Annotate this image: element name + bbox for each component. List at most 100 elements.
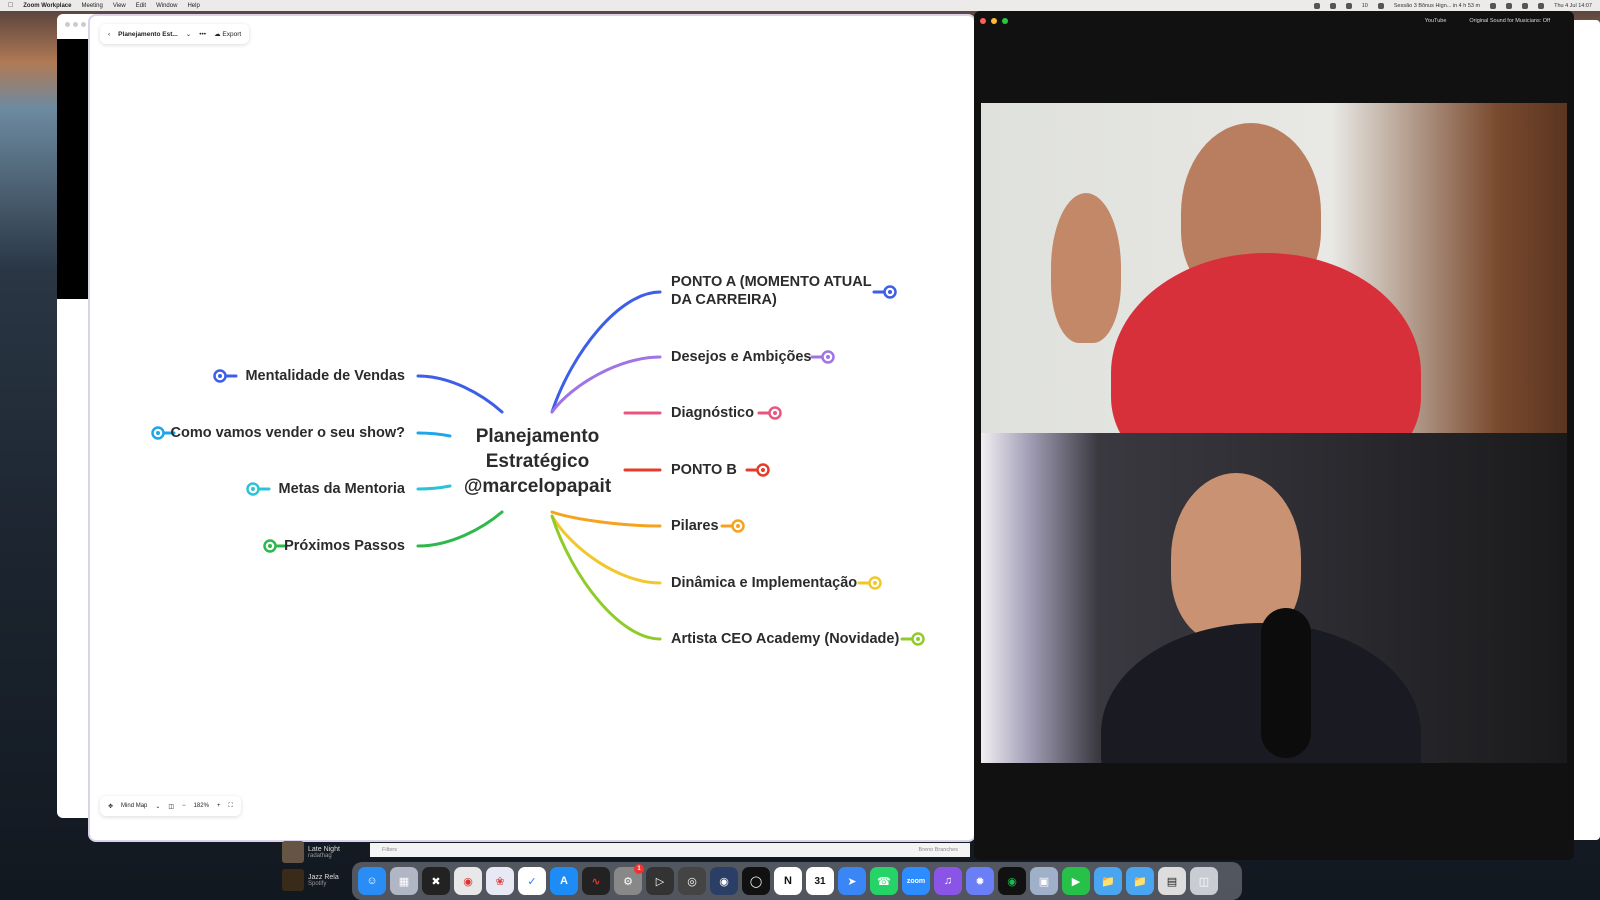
zoom-app-icon[interactable]: zoom <box>902 867 930 895</box>
fit-screen-icon[interactable]: ⛶ <box>228 803 232 810</box>
participant-hand <box>1051 193 1121 343</box>
topic-pilares[interactable]: Pilares <box>671 517 719 535</box>
central-topic-line: Planejamento <box>475 426 600 447</box>
folder-icon[interactable]: 📁 <box>1126 867 1154 895</box>
launchpad-icon[interactable]: ▦ <box>390 867 418 895</box>
topic-ponto-a[interactable]: PONTO A (MOMENTO ATUAL DA CARREIRA) <box>671 273 886 309</box>
central-topic-line: @marcelopapait <box>463 476 612 497</box>
search-icon[interactable] <box>1522 2 1529 9</box>
app-store-icon[interactable]: A <box>550 867 578 895</box>
clock[interactable]: Thu 4 Jul 14:07 <box>1554 3 1592 9</box>
app-icon[interactable]: ✹ <box>966 867 994 895</box>
topic-como-vender[interactable]: Como vamos vender o seu show? <box>135 424 405 442</box>
control-center-icon[interactable] <box>1538 2 1545 9</box>
close-window-button[interactable] <box>980 18 986 24</box>
track-artist: Spotify <box>308 880 327 887</box>
facetime-icon[interactable]: ▶ <box>1062 867 1090 895</box>
system-settings-icon[interactable]: ⚙ 1 <box>614 864 644 895</box>
app-icon[interactable]: ▤ <box>1158 867 1186 895</box>
status-icon[interactable] <box>1377 2 1384 9</box>
battery-status[interactable]: 10 <box>1362 3 1368 9</box>
final-cut-icon[interactable]: ▷ <box>646 867 674 895</box>
node-collapse-handle-dot <box>736 524 740 528</box>
back-chevron-icon[interactable]: ‹ <box>108 31 110 38</box>
wifi-icon[interactable] <box>1506 2 1513 9</box>
user-label[interactable]: Breno Branches <box>919 847 958 853</box>
calendar-icon[interactable]: 31 <box>806 867 834 895</box>
zoom-title-bar: YouTube Original Sound for Musicians: Of… <box>974 11 1574 31</box>
mindmap-mode-label[interactable]: Mind Map <box>121 803 147 809</box>
zoom-in-button[interactable]: + <box>217 803 221 809</box>
status-icon[interactable] <box>1313 2 1320 9</box>
mindmap-mode-icon[interactable]: ✥ <box>108 803 113 810</box>
status-icon[interactable] <box>1490 2 1497 9</box>
status-icon[interactable] <box>1345 2 1352 9</box>
maximize-window-button[interactable] <box>1002 18 1008 24</box>
minimize-window-button[interactable] <box>991 18 997 24</box>
spotify-widget: Late Night radathag Jazz Rela Spotify <box>282 838 362 898</box>
present-icon[interactable]: ◫ <box>168 803 174 810</box>
node-collapse-handle-dot <box>916 637 920 641</box>
spotify-icon[interactable]: ◉ <box>998 867 1026 895</box>
youtube-label[interactable]: YouTube <box>1425 18 1447 24</box>
spotify-track-row[interactable]: Jazz Rela Spotify <box>282 866 362 894</box>
app-icon[interactable]: ◯ <box>742 867 770 895</box>
menu-edit[interactable]: Edit <box>136 3 146 9</box>
topic-ponto-b[interactable]: PONTO B <box>671 461 737 479</box>
chevron-down-icon[interactable]: ⌄ <box>186 30 191 38</box>
node-collapse-handle-dot <box>761 468 765 472</box>
participant-video-2[interactable] <box>981 433 1567 763</box>
status-icon[interactable] <box>1329 2 1336 9</box>
trash-icon[interactable]: ◫ <box>1190 867 1218 895</box>
original-sound-label[interactable]: Original Sound for Musicians: Off <box>1469 18 1550 24</box>
central-topic-line: Estratégico <box>485 451 590 472</box>
topic-artista-ceo[interactable]: Artista CEO Academy (Novidade) <box>671 630 899 648</box>
menu-help[interactable]: Help <box>187 3 199 9</box>
app-icon[interactable]: ❀ <box>486 867 514 895</box>
participant-video-1[interactable] <box>981 103 1567 433</box>
obs-icon[interactable]: ◉ <box>710 867 738 895</box>
apple-icon[interactable]:  <box>8 2 13 9</box>
node-collapse-handle-dot <box>873 581 877 585</box>
more-options-button[interactable]: ••• <box>199 31 206 38</box>
topic-metas[interactable]: Metas da Mentoria <box>185 480 406 498</box>
whatsapp-icon[interactable]: ☎ <box>870 867 898 895</box>
menu-app-name[interactable]: Zoom Workplace <box>23 3 71 9</box>
calendar-event[interactable]: Sessão 3 Bônus Hign... in 4 h 53 m <box>1394 3 1480 9</box>
cloud-upload-icon: ☁ <box>214 31 221 38</box>
finder-icon[interactable]: ☺ <box>358 867 386 895</box>
export-button[interactable]: ☁ Export <box>214 30 241 38</box>
reminders-icon[interactable]: ✓ <box>518 867 546 895</box>
app-icon[interactable]: ✖ <box>422 867 450 895</box>
menu-meeting[interactable]: Meeting <box>81 3 102 9</box>
downloads-folder-icon[interactable]: 📁 <box>1094 867 1122 895</box>
export-label: Export <box>222 31 242 38</box>
chevron-down-icon[interactable]: ⌄ <box>155 803 160 810</box>
topic-desejos[interactable]: Desejos e Ambições <box>671 348 812 366</box>
connector-left <box>416 374 504 414</box>
app-icon[interactable]: ➤ <box>838 867 866 895</box>
central-topic[interactable]: Planejamento Estratégico @marcelopapait <box>450 424 625 499</box>
app-icon[interactable]: ◎ <box>678 867 706 895</box>
audio-app-icon[interactable]: ∿ <box>582 867 610 895</box>
document-title[interactable]: Planejamento Est... <box>118 31 178 38</box>
connector-left <box>416 510 504 548</box>
zoom-out-button[interactable]: − <box>182 803 186 809</box>
podcast-app-icon[interactable]: ♫ <box>934 867 962 895</box>
notion-icon[interactable]: N <box>774 867 802 895</box>
album-art <box>282 869 304 891</box>
topic-proximos[interactable]: Próximos Passos <box>185 537 405 555</box>
menu-view[interactable]: View <box>113 3 126 9</box>
mindmap-canvas[interactable]: Planejamento Estratégico @marcelopapait … <box>90 16 974 840</box>
topic-mentalidade[interactable]: Mentalidade de Vendas <box>185 367 405 385</box>
connector-left <box>416 484 452 491</box>
connector-right <box>550 355 662 414</box>
menu-window[interactable]: Window <box>156 3 177 9</box>
topic-diagnostico[interactable]: Diagnóstico <box>671 404 754 422</box>
filters-label[interactable]: Filters <box>382 847 397 853</box>
app-icon[interactable]: ▣ <box>1030 867 1058 895</box>
spotify-track-row[interactable]: Late Night radathag <box>282 838 362 866</box>
topic-dinamica[interactable]: Dinâmica e Implementação <box>671 574 857 592</box>
window-controls[interactable] <box>65 22 86 27</box>
chrome-icon[interactable]: ◉ <box>454 867 482 895</box>
